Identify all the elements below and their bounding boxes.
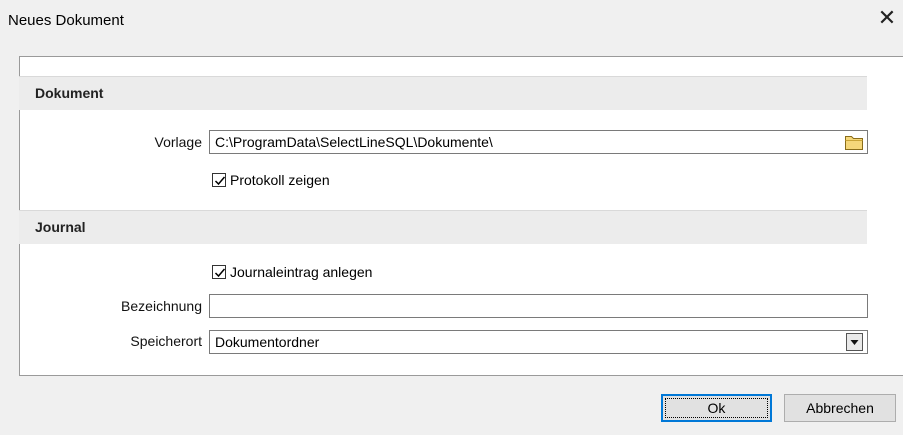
focus-rect xyxy=(665,398,768,418)
speicherort-label: Speicherort xyxy=(130,333,202,349)
cancel-label: Abbrechen xyxy=(806,400,874,416)
vorlage-value: C:\ProgramData\SelectLineSQL\Dokumente\ xyxy=(215,134,493,150)
section-header-dokument: Dokument xyxy=(19,76,867,110)
close-icon[interactable]: ✕ xyxy=(876,7,898,29)
vorlage-label: Vorlage xyxy=(154,134,202,150)
protokoll-label: Protokoll zeigen xyxy=(230,172,330,188)
section-header-journal: Journal xyxy=(19,210,867,244)
speicherort-value: Dokumentordner xyxy=(215,334,320,350)
protokoll-checkbox[interactable]: Protokoll zeigen xyxy=(212,172,330,188)
bezeichnung-field[interactable] xyxy=(209,294,868,318)
check-icon xyxy=(212,173,226,187)
journaleintrag-checkbox[interactable]: Journaleintrag anlegen xyxy=(212,264,372,280)
speicherort-select[interactable]: Dokumentordner xyxy=(209,330,868,354)
check-icon xyxy=(212,265,226,279)
journaleintrag-label: Journaleintrag anlegen xyxy=(230,264,373,280)
bezeichnung-label: Bezeichnung xyxy=(121,298,202,314)
dialog-title: Neues Dokument xyxy=(8,12,124,29)
ok-button[interactable]: Ok xyxy=(661,394,772,422)
chevron-down-icon[interactable] xyxy=(846,333,863,351)
folder-icon[interactable] xyxy=(844,133,864,151)
vorlage-field[interactable]: C:\ProgramData\SelectLineSQL\Dokumente\ xyxy=(209,130,868,154)
cancel-button[interactable]: Abbrechen xyxy=(784,394,896,422)
